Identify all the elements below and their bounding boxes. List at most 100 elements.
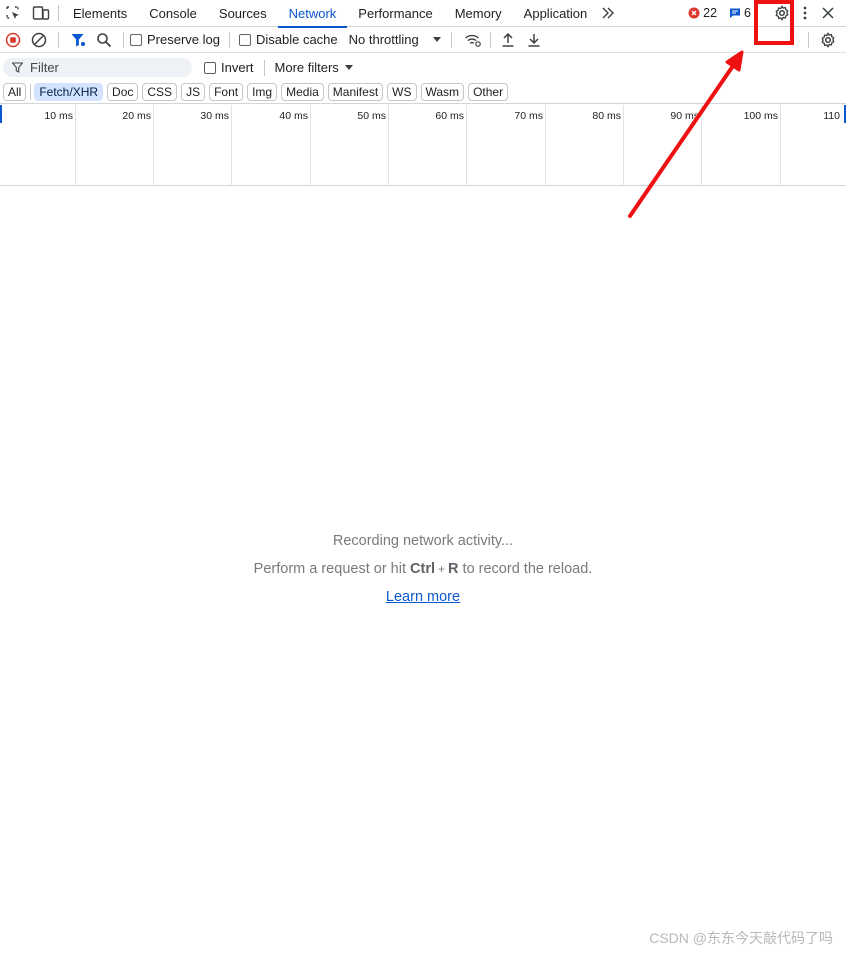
filter-placeholder: Filter bbox=[30, 60, 59, 75]
type-chip-all[interactable]: All bbox=[3, 83, 27, 101]
throttling-select[interactable]: No throttling bbox=[349, 32, 441, 47]
disable-cache-label: Disable cache bbox=[255, 32, 338, 47]
watermark-text: CSDN @东东今天敲代码了吗 bbox=[649, 930, 833, 946]
invert-box[interactable] bbox=[204, 61, 216, 74]
timeline-tick bbox=[780, 105, 781, 185]
more-vert-icon[interactable] bbox=[795, 1, 815, 25]
tab-separator bbox=[58, 5, 59, 21]
error-icon bbox=[688, 7, 700, 19]
message-count-badge[interactable]: 6 bbox=[729, 6, 751, 20]
devtools-tab-bar: Elements Console Sources Network Perform… bbox=[0, 0, 846, 28]
message-count: 6 bbox=[744, 6, 751, 20]
timeline-label: 20 ms bbox=[122, 110, 151, 122]
type-chip-font[interactable]: Font bbox=[209, 83, 244, 101]
timeline-tick bbox=[310, 105, 311, 185]
more-filters-select[interactable]: More filters bbox=[275, 60, 353, 75]
invert-checkbox[interactable]: Invert bbox=[204, 60, 254, 75]
timeline-tick bbox=[466, 105, 467, 185]
chevron-down-icon bbox=[344, 65, 353, 70]
inspect-element-icon[interactable] bbox=[0, 1, 26, 25]
filter-input[interactable]: Filter bbox=[3, 58, 192, 77]
error-count-badge[interactable]: 22 bbox=[688, 6, 717, 20]
timeline-tick bbox=[545, 105, 546, 185]
tab-application[interactable]: Application bbox=[513, 0, 599, 27]
preserve-log-checkbox[interactable]: Preserve log bbox=[130, 32, 220, 47]
invert-label: Invert bbox=[221, 60, 254, 75]
timeline-label: 100 ms bbox=[743, 110, 778, 122]
filter-separator bbox=[263, 59, 265, 76]
timeline-label: 70 ms bbox=[514, 110, 543, 122]
upload-icon[interactable] bbox=[495, 28, 521, 52]
type-chip-js[interactable]: JS bbox=[181, 83, 206, 101]
type-chip-wasm[interactable]: Wasm bbox=[420, 83, 465, 101]
chevron-double-right-icon[interactable] bbox=[598, 1, 618, 25]
tab-console[interactable]: Console bbox=[138, 0, 208, 27]
reload-hint-prefix: Perform a request or hit bbox=[253, 561, 406, 577]
reload-hint-suffix: to record the reload. bbox=[462, 561, 593, 577]
tab-sources[interactable]: Sources bbox=[208, 0, 278, 27]
timeline-tick bbox=[388, 105, 389, 185]
clear-icon[interactable] bbox=[26, 28, 52, 52]
network-toolbar: Preserve log Disable cache No throttling bbox=[0, 27, 846, 53]
resource-type-filter: All Fetch/XHR Doc CSS JS Font Img Media … bbox=[0, 81, 846, 104]
timeline-tick bbox=[623, 105, 624, 185]
annotation-highlight-box bbox=[754, 0, 794, 45]
learn-more-link[interactable]: Learn more bbox=[386, 589, 460, 605]
timeline-label: 10 ms bbox=[44, 110, 73, 122]
toolbar-separator bbox=[58, 31, 59, 48]
shortcut-key-r: R bbox=[448, 561, 459, 577]
shortcut-key-ctrl: Ctrl bbox=[410, 561, 436, 577]
timeline-tick bbox=[75, 105, 76, 185]
filter-funnel-icon[interactable] bbox=[65, 28, 91, 52]
timeline-left-handle[interactable] bbox=[0, 105, 2, 123]
network-conditions-icon[interactable] bbox=[460, 28, 486, 52]
recording-status-text: Recording network activity... bbox=[332, 533, 514, 549]
message-icon bbox=[730, 8, 741, 18]
timeline-tick bbox=[153, 105, 154, 185]
tab-network[interactable]: Network bbox=[277, 0, 348, 28]
type-chip-ws[interactable]: WS bbox=[387, 83, 417, 101]
close-icon[interactable] bbox=[815, 1, 841, 25]
search-icon[interactable] bbox=[91, 28, 117, 52]
timeline-label: 110 bbox=[823, 110, 840, 122]
toolbar-separator bbox=[489, 31, 491, 48]
type-chip-media[interactable]: Media bbox=[281, 83, 324, 101]
timeline-overview[interactable]: 10 ms 20 ms 30 ms 40 ms 50 ms 60 ms 70 m… bbox=[0, 105, 846, 186]
record-stop-icon[interactable] bbox=[0, 28, 26, 52]
timeline-tick bbox=[231, 105, 232, 185]
tab-memory[interactable]: Memory bbox=[444, 0, 513, 27]
timeline-label: 30 ms bbox=[200, 110, 229, 122]
throttling-value: No throttling bbox=[348, 32, 419, 47]
preserve-log-box[interactable] bbox=[130, 33, 142, 46]
error-count: 22 bbox=[703, 6, 718, 20]
tab-performance[interactable]: Performance bbox=[347, 0, 443, 27]
network-settings-gear-icon[interactable] bbox=[815, 28, 841, 52]
type-chip-fetch-xhr[interactable]: Fetch/XHR bbox=[34, 83, 104, 101]
preserve-log-label: Preserve log bbox=[147, 32, 220, 47]
type-chip-img[interactable]: Img bbox=[247, 83, 278, 101]
timeline-label: 60 ms bbox=[435, 110, 464, 122]
toolbar-separator bbox=[808, 31, 809, 48]
type-chip-doc[interactable]: Doc bbox=[107, 83, 139, 101]
chevron-down-icon bbox=[432, 37, 441, 42]
reload-hint: Perform a request or hit Ctrl + R to recor… bbox=[0, 561, 846, 577]
shortcut-plus: + bbox=[438, 562, 446, 576]
tab-elements[interactable]: Elements bbox=[62, 0, 138, 27]
toolbar-separator bbox=[123, 31, 124, 48]
timeline-tick bbox=[701, 105, 702, 185]
timeline-label: 40 ms bbox=[279, 110, 308, 122]
device-toolbar-icon[interactable] bbox=[28, 1, 54, 25]
toolbar-separator bbox=[228, 31, 230, 48]
timeline-label: 80 ms bbox=[592, 110, 621, 122]
disable-cache-checkbox[interactable]: Disable cache bbox=[238, 32, 338, 47]
chip-separator bbox=[30, 84, 32, 100]
type-chip-css[interactable]: CSS bbox=[142, 83, 178, 101]
download-icon[interactable] bbox=[521, 28, 547, 52]
timeline-label: 50 ms bbox=[357, 110, 386, 122]
filter-icon bbox=[12, 62, 23, 73]
type-chip-manifest[interactable]: Manifest bbox=[327, 83, 384, 101]
timeline-label: 90 ms bbox=[670, 110, 699, 122]
disable-cache-box[interactable] bbox=[238, 33, 251, 46]
more-filters-label: More filters bbox=[274, 60, 339, 75]
type-chip-other[interactable]: Other bbox=[468, 83, 509, 101]
